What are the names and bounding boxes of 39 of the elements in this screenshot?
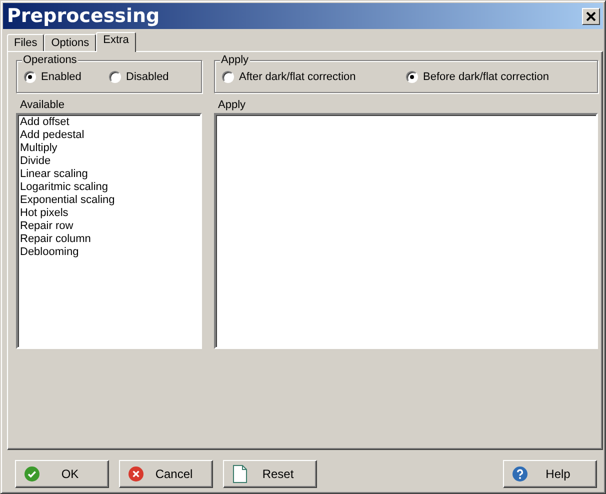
tab[interactable]: Extra [96, 32, 136, 52]
list-item[interactable]: Divide [20, 155, 198, 168]
radio-label[interactable]: Before dark/flat correction [423, 70, 549, 82]
list-item[interactable]: Multiply [20, 142, 198, 155]
list-item[interactable]: Repair row [20, 220, 198, 233]
check-icon [24, 466, 40, 482]
list-item[interactable]: Deblooming [20, 246, 198, 259]
list-label: Available [20, 99, 64, 111]
ok-button[interactable]: OK [15, 460, 109, 488]
close-button[interactable] [582, 8, 600, 24]
document-icon [233, 465, 247, 483]
cancel-button[interactable]: Cancel [119, 460, 213, 488]
radio-label[interactable]: Disabled [126, 70, 169, 82]
list-item[interactable]: Add offset [20, 116, 198, 129]
radio-button[interactable] [222, 70, 234, 82]
window-title: Preprocessing [7, 5, 160, 27]
help-icon [512, 466, 528, 482]
tab[interactable]: Options [44, 34, 96, 51]
cancel-icon [128, 466, 144, 482]
list-label: Apply [218, 99, 246, 111]
radio-label[interactable]: After dark/flat correction [239, 70, 356, 82]
list-item[interactable]: Linear scaling [20, 168, 198, 181]
list-item[interactable]: Repair column [20, 233, 198, 246]
list-box[interactable]: Add offset Add pedestal Multiply Divide Linear scaling Logaritmic scaling Exponential scaling Hot pixels Repair row Repair column Deblooming [16, 113, 202, 349]
radio-label[interactable]: Enabled [41, 70, 82, 82]
list-item[interactable]: Logaritmic scaling [20, 181, 198, 194]
group-title: Operations [22, 53, 78, 67]
radio-button[interactable] [24, 70, 36, 82]
list-item[interactable]: Add pedestal [20, 129, 198, 142]
group-title: Apply [220, 53, 250, 67]
help-button[interactable]: Help [503, 460, 597, 488]
list-box[interactable] [214, 113, 598, 349]
list-item[interactable]: Hot pixels [20, 207, 198, 220]
reset-button[interactable]: Reset [223, 460, 317, 488]
radio-button[interactable] [109, 70, 121, 82]
radio-button[interactable] [406, 70, 418, 82]
list-item[interactable]: Exponential scaling [20, 194, 198, 207]
tab[interactable]: Files [7, 34, 44, 51]
close-icon [586, 12, 596, 20]
